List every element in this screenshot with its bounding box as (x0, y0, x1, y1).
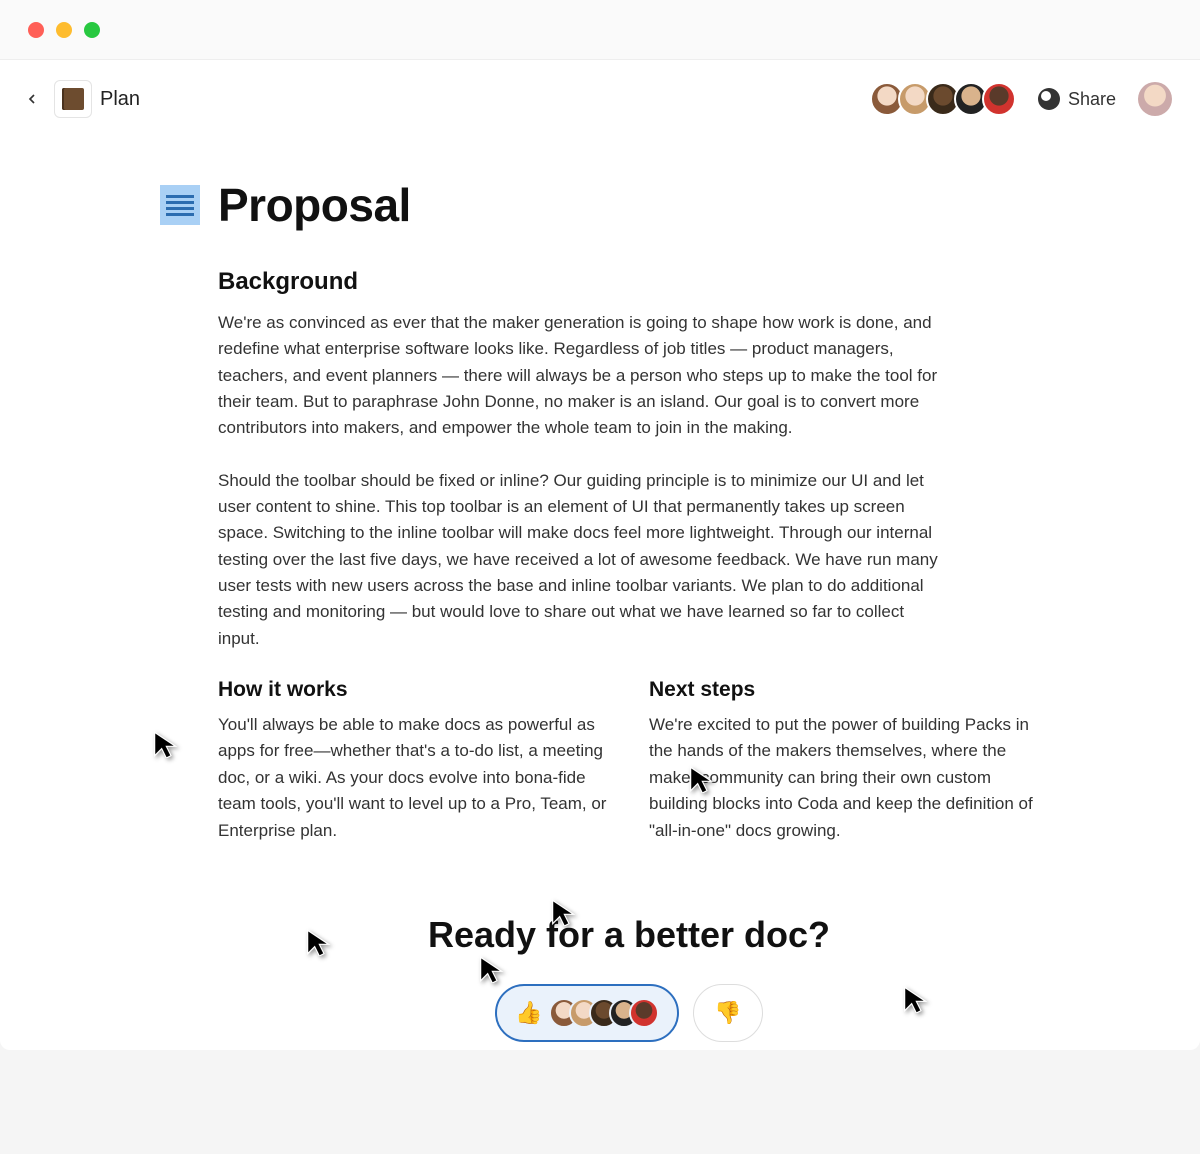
back-button[interactable] (18, 85, 46, 113)
topbar-right: Share (870, 82, 1172, 116)
page-title[interactable]: Proposal (218, 178, 411, 232)
how-heading: How it works (218, 678, 609, 702)
cta-section: Ready for a better doc? 👍 👎 (218, 914, 1040, 1042)
traffic-lights (28, 22, 100, 38)
avatar[interactable] (982, 82, 1016, 116)
page-icon[interactable] (160, 185, 200, 225)
current-user-avatar[interactable] (1138, 82, 1172, 116)
thumbs-up-icon: 👍 (515, 1000, 542, 1026)
background-heading: Background (218, 268, 1040, 296)
collaborator-avatars[interactable] (870, 82, 1016, 116)
next-body: We're excited to put the power of buildi… (649, 712, 1040, 844)
share-button[interactable]: Share (1038, 88, 1116, 110)
upvoter-avatars (549, 998, 659, 1028)
reaction-bar: 👍 👎 (218, 984, 1040, 1042)
notebook-icon (62, 88, 84, 110)
page-title-row: Proposal (160, 178, 1040, 232)
thumbs-down-reaction[interactable]: 👎 (693, 984, 763, 1042)
how-body: You'll always be able to make docs as po… (218, 712, 609, 844)
background-paragraph-1: We're as convinced as ever that the make… (218, 310, 938, 442)
document-content: Proposal Background We're as convinced a… (0, 138, 1200, 1042)
share-icon (1038, 88, 1060, 110)
maximize-window-icon[interactable] (84, 22, 100, 38)
next-steps-column: Next steps We're excited to put the powe… (649, 678, 1040, 870)
avatar (629, 998, 659, 1028)
document-body[interactable]: Background We're as convinced as ever th… (160, 268, 1040, 1042)
minimize-window-icon[interactable] (56, 22, 72, 38)
background-paragraph-2: Should the toolbar should be fixed or in… (218, 468, 938, 652)
thumbs-down-icon: 👎 (714, 1000, 741, 1026)
close-window-icon[interactable] (28, 22, 44, 38)
next-heading: Next steps (649, 678, 1040, 702)
app-window: Plan Share Proposal Background (0, 0, 1200, 1050)
thumbs-up-reaction[interactable]: 👍 (495, 984, 678, 1042)
window-titlebar (0, 0, 1200, 60)
topbar: Plan Share (0, 60, 1200, 138)
share-label: Share (1068, 89, 1116, 110)
topbar-left: Plan (18, 80, 140, 118)
two-column-section: How it works You'll always be able to ma… (218, 678, 1040, 870)
doc-name[interactable]: Plan (100, 88, 140, 111)
doc-icon[interactable] (54, 80, 92, 118)
cta-heading: Ready for a better doc? (218, 914, 1040, 956)
how-it-works-column: How it works You'll always be able to ma… (218, 678, 609, 870)
